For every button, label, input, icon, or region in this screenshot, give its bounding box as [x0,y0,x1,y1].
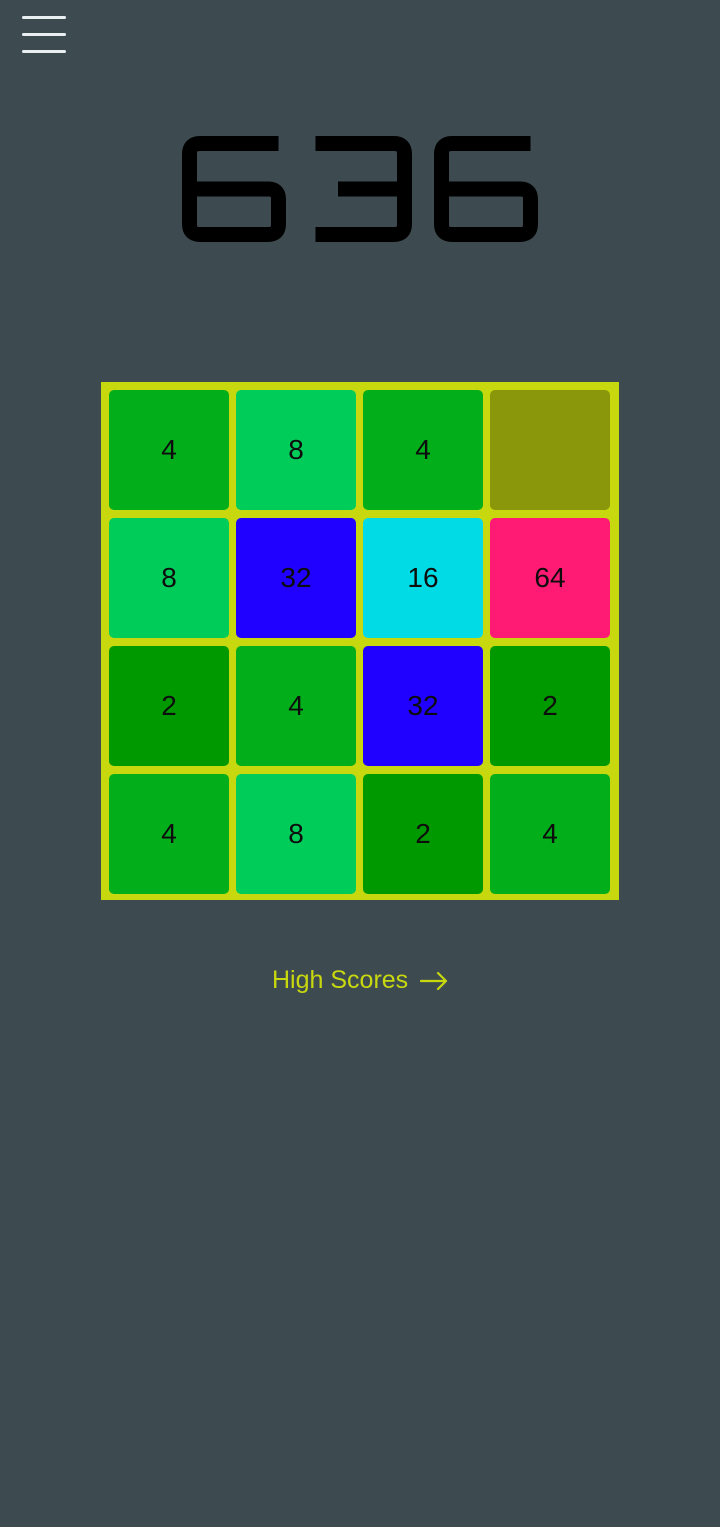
menu-button[interactable] [20,14,68,56]
tile[interactable]: 8 [236,774,356,894]
menu-line-middle [22,33,66,36]
score-digit [434,136,538,242]
score-value [182,136,538,242]
tile[interactable]: 4 [236,646,356,766]
tile[interactable]: 32 [363,646,483,766]
tile[interactable]: 8 [109,518,229,638]
tile[interactable]: 32 [236,518,356,638]
tile[interactable]: 8 [236,390,356,510]
high-scores-link[interactable]: High Scores [272,966,448,995]
tile[interactable]: 64 [490,518,610,638]
tile[interactable]: 2 [363,774,483,894]
empty-tile[interactable] [490,390,610,510]
high-scores-label: High Scores [272,966,409,994]
score-digit [315,136,412,242]
tile[interactable]: 4 [109,390,229,510]
menu-line-top [22,16,66,19]
score-display [0,128,720,255]
arrow-right-icon [420,971,448,990]
game-board: 4 8 4 8 32 16 64 2 4 32 2 4 8 2 4 [101,382,619,900]
tile[interactable]: 16 [363,518,483,638]
tile[interactable]: 2 [490,646,610,766]
tile[interactable]: 4 [109,774,229,894]
tile[interactable]: 4 [363,390,483,510]
score-digit [182,136,286,242]
tile[interactable]: 4 [490,774,610,894]
tile[interactable]: 2 [109,646,229,766]
menu-line-bottom [22,50,66,53]
